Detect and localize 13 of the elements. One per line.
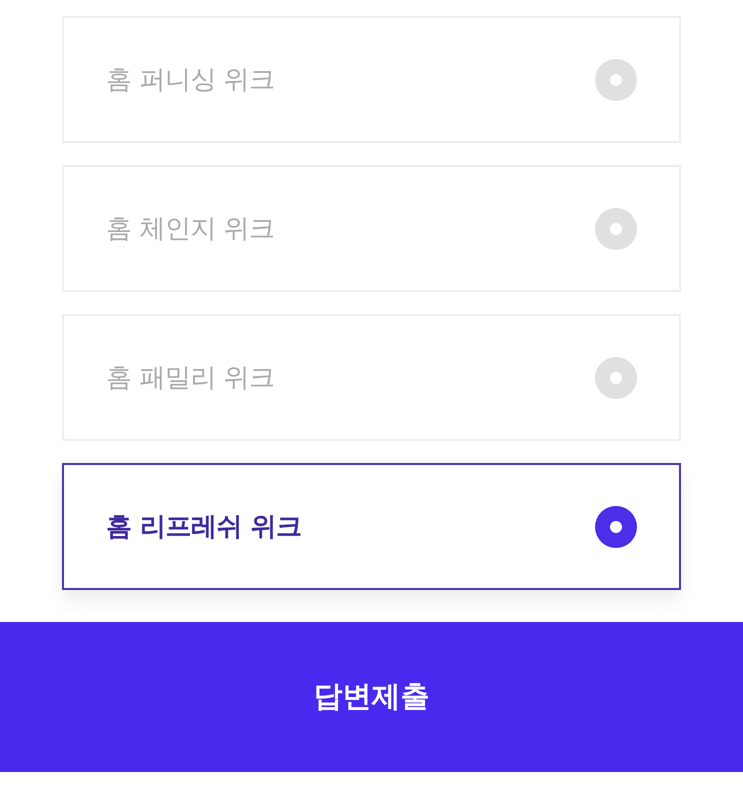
radio-button[interactable] bbox=[595, 58, 637, 100]
radio-button[interactable] bbox=[595, 208, 637, 250]
radio-button[interactable] bbox=[595, 506, 637, 548]
answer-option[interactable]: 홈 퍼니싱 위크 bbox=[62, 16, 681, 143]
submit-button[interactable]: 답변제출 bbox=[0, 622, 743, 772]
answer-option[interactable]: 홈 리프레쉬 위크 bbox=[62, 463, 681, 590]
radio-button[interactable] bbox=[595, 356, 637, 398]
option-label: 홈 체인지 위크 bbox=[106, 213, 275, 246]
option-label: 홈 리프레쉬 위크 bbox=[106, 511, 302, 544]
answer-option[interactable]: 홈 체인지 위크 bbox=[62, 165, 681, 292]
option-label: 홈 퍼니싱 위크 bbox=[106, 64, 275, 97]
answer-option[interactable]: 홈 패밀리 위크 bbox=[62, 314, 681, 441]
option-label: 홈 패밀리 위크 bbox=[106, 362, 275, 395]
